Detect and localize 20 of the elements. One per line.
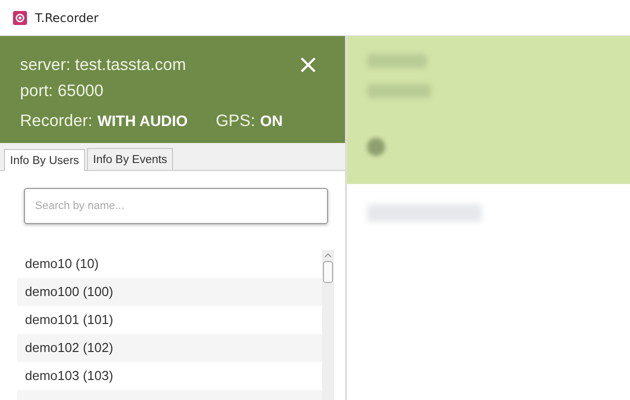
tab[interactable]: Info By Events bbox=[87, 148, 174, 170]
user-item[interactable]: demo103 (103) bbox=[17, 362, 322, 390]
scrollbar[interactable] bbox=[322, 250, 334, 400]
user-item[interactable]: demo102 (102) bbox=[17, 334, 322, 362]
close-button[interactable]: × bbox=[291, 52, 325, 78]
recorder-label: Recorder: bbox=[20, 112, 92, 130]
window-title: T.Recorder bbox=[35, 10, 98, 24]
gps-value: ON bbox=[260, 112, 283, 130]
search-field[interactable]: Search by name... bbox=[24, 188, 328, 224]
scroll-thumb[interactable] bbox=[323, 261, 333, 283]
gps-label: GPS: bbox=[216, 112, 256, 130]
user-item[interactable]: demo100 (100) bbox=[17, 278, 322, 306]
port-text: port: 65000 bbox=[20, 82, 104, 100]
app-logo-icon bbox=[13, 10, 27, 24]
recorder-value: WITH AUDIO bbox=[97, 112, 188, 130]
user-item[interactable]: demo10 (10) bbox=[17, 250, 322, 278]
scroll-up-icon[interactable] bbox=[324, 253, 332, 258]
user-item[interactable]: demo101 (101) bbox=[17, 306, 322, 334]
server-text: server: test.tassta.com bbox=[20, 56, 186, 74]
tab[interactable]: Info By Users bbox=[4, 149, 86, 171]
